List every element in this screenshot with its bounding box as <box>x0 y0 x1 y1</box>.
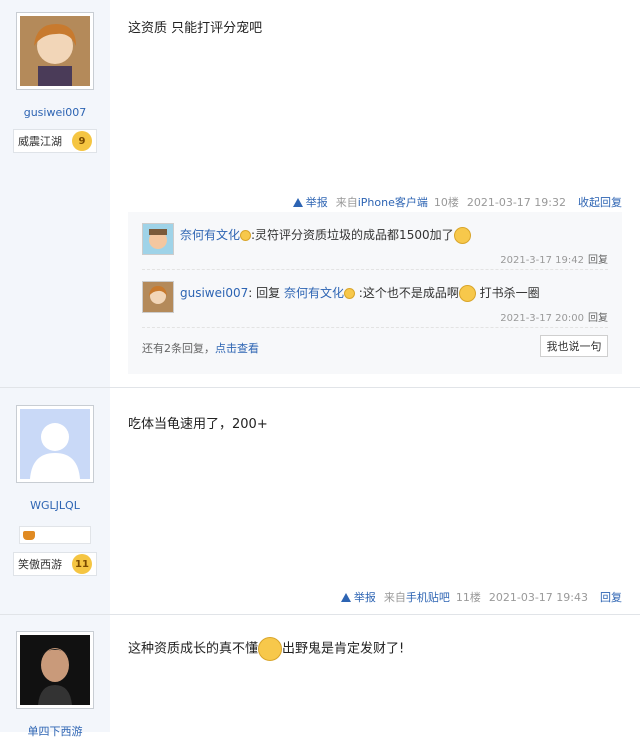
report-link[interactable]: 举报 <box>292 194 328 210</box>
warning-icon <box>340 592 351 602</box>
reply-button[interactable]: 回复 <box>588 313 608 324</box>
reply-meta: 2021-3-17 20:00 回复 <box>500 313 608 324</box>
post-tail: 举报 来自iPhone客户端 10楼 2021-03-17 19:32 收起回复 <box>292 194 622 210</box>
source-info: 来自手机贴吧 <box>383 591 450 604</box>
source-link[interactable]: iPhone客户端 <box>358 196 428 209</box>
warning-icon <box>292 197 303 207</box>
reply-box: 奈何有文化:灵符评分资质垃圾的成品都1500加了 2021-3-17 19:42… <box>128 212 622 374</box>
fold-replies-link[interactable]: 收起回复 <box>578 194 622 210</box>
emoji-icon <box>453 227 471 244</box>
reply-button[interactable]: 回复 <box>588 255 608 266</box>
reply-meta: 2021-3-17 19:42 回复 <box>500 255 608 266</box>
sweat-emoji-icon <box>258 637 283 661</box>
floor-number: 10楼 <box>433 196 459 209</box>
avatar[interactable] <box>16 12 94 90</box>
post-date: 2021-03-17 19:32 <box>466 195 566 209</box>
reply-item: 奈何有文化:灵符评分资质垃圾的成品都1500加了 2021-3-17 19:42… <box>142 212 608 270</box>
post-content: 这种资质成长的真不懂 出野鬼是肯定发财了! <box>110 615 640 661</box>
post-body: 这种资质成长的真不懂 出野鬼是肯定发财了! <box>110 615 640 732</box>
post-floor-12: 单四下西游 这种资质成长的真不懂 出野鬼是肯定发财了! <box>0 615 640 738</box>
post-body: 这资质 只能打评分宠吧 举报 来自iPhone客户端 10楼 2021-03-1… <box>110 0 640 387</box>
source-info: 来自iPhone客户端 <box>335 196 428 209</box>
emoji-icon <box>343 288 355 299</box>
reply-text: 奈何有文化:灵符评分资质垃圾的成品都1500加了 <box>180 226 471 244</box>
author-panel: WGLJLQL 笑傲西游 11 <box>0 388 110 614</box>
default-avatar-icon <box>20 409 90 479</box>
post-floor-11: WGLJLQL 笑傲西游 11 吃体当龟速用了，200+ 举报 来自手机贴吧 1… <box>0 388 640 615</box>
post-body: 吃体当龟速用了，200+ 举报 来自手机贴吧 11楼 2021-03-17 19… <box>110 388 640 614</box>
badge-name: 威震江湖 <box>18 135 62 148</box>
anime-avatar-icon <box>20 16 90 86</box>
view-more-link[interactable]: 点击查看 <box>215 342 259 355</box>
username[interactable]: gusiwei007 <box>24 106 87 119</box>
post-content: 吃体当龟速用了，200+ <box>128 417 268 432</box>
post-tail: 举报 来自手机贴吧 11楼 2021-03-17 19:43 回复 <box>340 589 622 605</box>
crown-icon <box>23 530 35 540</box>
username[interactable]: WGLJLQL <box>30 499 80 512</box>
author-panel: gusiwei007 威震江湖 9 <box>0 0 110 387</box>
floor-number: 11楼 <box>455 591 481 604</box>
emoji-icon <box>240 230 252 241</box>
reply-text: gusiwei007: 回复 奈何有文化 :这个也不是成品啊 打书杀一圈 <box>180 285 540 302</box>
mention-user[interactable]: 奈何有文化 <box>284 286 344 300</box>
avatar[interactable] <box>16 631 94 709</box>
badge-name: 笑傲西游 <box>18 558 62 571</box>
more-replies: 还有2条回复，点击查看 我也说一句 <box>142 328 608 365</box>
author-panel: 单四下西游 <box>0 615 110 738</box>
reply-link[interactable]: 回复 <box>600 589 622 605</box>
post-content: 这资质 只能打评分宠吧 <box>128 21 263 36</box>
emoji-icon <box>458 285 476 302</box>
reply-item: gusiwei007: 回复 奈何有文化 :这个也不是成品啊 打书杀一圈 202… <box>142 270 608 328</box>
reply-avatar[interactable] <box>142 223 174 255</box>
level-icon: 9 <box>72 131 92 151</box>
reply-avatar[interactable] <box>142 281 174 313</box>
avatar[interactable] <box>16 405 94 483</box>
post-date: 2021-03-17 19:43 <box>488 590 588 604</box>
member-badge[interactable]: 威震江湖 9 <box>13 129 97 153</box>
reply-user[interactable]: 奈何有文化 <box>180 228 240 242</box>
report-link[interactable]: 举报 <box>340 589 376 605</box>
username[interactable]: 单四下西游 <box>28 723 83 739</box>
say-something-button[interactable]: 我也说一句 <box>540 335 608 357</box>
person-photo-avatar <box>20 635 90 705</box>
post-floor-10: gusiwei007 威震江湖 9 这资质 只能打评分宠吧 举报 来自iPhon… <box>0 0 640 388</box>
source-link[interactable]: 手机贴吧 <box>406 591 450 604</box>
member-icon-bar <box>19 526 91 544</box>
reply-user[interactable]: gusiwei007 <box>180 286 248 300</box>
level-icon: 11 <box>72 554 92 574</box>
member-badge[interactable]: 笑傲西游 11 <box>13 552 97 576</box>
